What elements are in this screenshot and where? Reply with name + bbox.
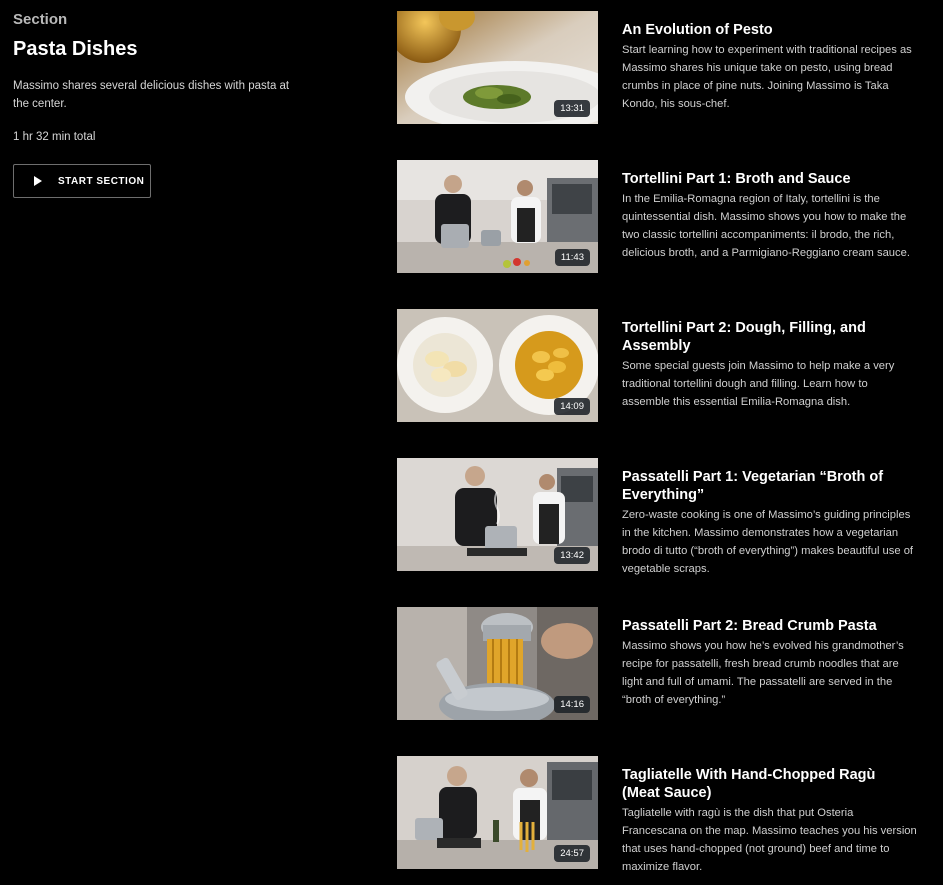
lesson-thumbnail[interactable]: 14:09 [397, 309, 598, 422]
lesson-description: Zero-waste cooking is one of Massimo’s g… [622, 509, 914, 575]
section-description: Massimo shares several delicious dishes … [13, 80, 290, 110]
lesson-text: Passatelli Part 1: Vegetarian “Broth of … [622, 468, 917, 578]
lesson-title[interactable]: Tagliatelle With Hand-Chopped Ragù (Meat… [622, 766, 917, 802]
lesson-description: Start learning how to experiment with tr… [622, 44, 912, 110]
lesson-thumbnail[interactable]: 14:16 [397, 607, 598, 720]
lesson-title[interactable]: Passatelli Part 1: Vegetarian “Broth of … [622, 468, 917, 504]
section-kicker: Section [13, 11, 68, 28]
lesson-text: Passatelli Part 2: Bread Crumb Pasta Mas… [622, 617, 917, 709]
lesson-description: In the Emilia-Romagna region of Italy, t… [622, 193, 910, 259]
section-total-duration: 1 hr 32 min total [13, 131, 96, 143]
lesson-description: Some special guests join Massimo to help… [622, 360, 895, 408]
lesson-item[interactable]: 14:09 Tortellini Part 2: Dough, Filling,… [397, 309, 917, 422]
course-section-page: Section Pasta Dishes Massimo shares seve… [0, 0, 943, 885]
lesson-title[interactable]: Tortellini Part 1: Broth and Sauce [622, 170, 917, 188]
lesson-duration: 11:43 [554, 249, 590, 266]
lesson-text: Tortellini Part 1: Broth and Sauce In th… [622, 170, 917, 262]
section-info-panel: Section Pasta Dishes Massimo shares seve… [13, 10, 313, 198]
section-title: Pasta Dishes [13, 38, 138, 60]
lesson-duration: 24:57 [554, 845, 590, 862]
lesson-duration: 13:42 [554, 547, 590, 564]
lesson-item[interactable]: 24:57 Tagliatelle With Hand-Chopped Ragù… [397, 756, 917, 873]
lesson-duration: 14:09 [554, 398, 590, 415]
start-section-label: START SECTION [58, 175, 145, 187]
lesson-duration: 13:31 [554, 100, 590, 117]
lesson-text: An Evolution of Pesto Start learning how… [622, 21, 917, 113]
play-icon [34, 176, 42, 186]
lesson-thumbnail[interactable]: 11:43 [397, 160, 598, 273]
lesson-description: Massimo shows you how he’s evolved his g… [622, 640, 904, 706]
lesson-title[interactable]: An Evolution of Pesto [622, 21, 917, 39]
start-section-button[interactable]: START SECTION [13, 164, 151, 198]
lesson-title[interactable]: Passatelli Part 2: Bread Crumb Pasta [622, 617, 917, 635]
lesson-title[interactable]: Tortellini Part 2: Dough, Filling, and A… [622, 319, 917, 355]
lesson-thumbnail[interactable]: 13:42 [397, 458, 598, 571]
lesson-thumbnail[interactable]: 24:57 [397, 756, 598, 869]
lesson-item[interactable]: 13:31 An Evolution of Pesto Start learni… [397, 11, 917, 124]
lesson-thumbnail[interactable]: 13:31 [397, 11, 598, 124]
lesson-text: Tagliatelle With Hand-Chopped Ragù (Meat… [622, 766, 917, 876]
lesson-duration: 14:16 [554, 696, 590, 713]
lesson-item[interactable]: 14:16 Passatelli Part 2: Bread Crumb Pas… [397, 607, 917, 720]
lesson-item[interactable]: 13:42 Passatelli Part 1: Vegetarian “Bro… [397, 458, 917, 575]
lesson-item[interactable]: 11:43 Tortellini Part 1: Broth and Sauce… [397, 160, 917, 273]
lesson-description: Tagliatelle with ragù is the dish that p… [622, 807, 917, 873]
lesson-text: Tortellini Part 2: Dough, Filling, and A… [622, 319, 917, 411]
